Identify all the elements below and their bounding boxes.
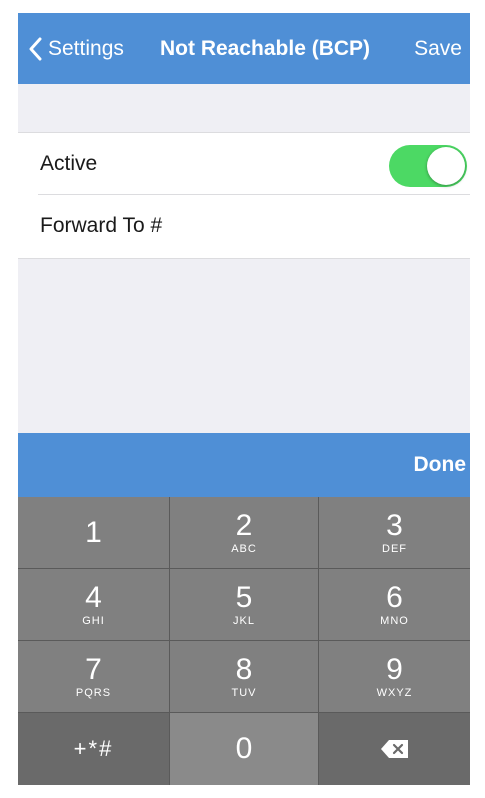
key-digit: 4: [85, 580, 102, 614]
forward-to-label: Forward To #: [40, 214, 163, 237]
keyboard-accessory-bar: Done: [18, 433, 470, 497]
back-button[interactable]: Settings: [28, 34, 124, 64]
key-8[interactable]: 8 TUV: [170, 641, 318, 712]
key-7[interactable]: 7 PQRS: [18, 641, 169, 712]
key-0[interactable]: 0: [170, 713, 318, 785]
active-toggle[interactable]: [389, 145, 467, 187]
forward-to-input[interactable]: [188, 207, 452, 247]
key-9[interactable]: 9 WXYZ: [319, 641, 470, 712]
key-digit: 9: [386, 652, 403, 686]
section-spacer: [18, 84, 470, 132]
key-letters: DEF: [382, 542, 407, 555]
key-digit: 1: [85, 515, 102, 549]
key-digit: 6: [386, 580, 403, 614]
active-row: Active: [18, 132, 470, 195]
toggle-knob: [427, 147, 465, 185]
key-letters: TUV: [231, 686, 257, 699]
key-symbols[interactable]: +*#: [18, 713, 169, 785]
save-button[interactable]: Save: [414, 37, 462, 61]
key-1[interactable]: 1: [18, 497, 169, 568]
key-letters: JKL: [233, 614, 255, 627]
key-letters: ABC: [231, 542, 257, 555]
key-digit: 7: [85, 652, 102, 686]
back-button-label: Settings: [48, 37, 124, 60]
key-6[interactable]: 6 MNO: [319, 569, 470, 640]
key-5[interactable]: 5 JKL: [170, 569, 318, 640]
symbols-label: +*#: [73, 736, 114, 761]
key-digit: 0: [235, 732, 253, 765]
active-label: Active: [40, 152, 98, 175]
backspace-icon: [380, 740, 408, 758]
page-title: Not Reachable (BCP): [160, 37, 371, 60]
key-letters: WXYZ: [376, 686, 413, 699]
key-digit: 5: [235, 580, 253, 614]
forward-to-row[interactable]: Forward To #: [18, 195, 470, 257]
phone-screen: Settings Not Reachable (BCP) Save Active…: [18, 13, 470, 785]
key-2[interactable]: 2 ABC: [170, 497, 318, 568]
key-letters: MNO: [380, 614, 409, 627]
key-digit: 8: [235, 652, 253, 686]
key-4[interactable]: 4 GHI: [18, 569, 169, 640]
key-3[interactable]: 3 DEF: [319, 497, 470, 568]
key-delete[interactable]: [319, 713, 470, 785]
done-button[interactable]: Done: [414, 453, 467, 477]
key-letters: PQRS: [75, 686, 112, 699]
numeric-keypad: 1 2 ABC 3 DEF 4 GHI 5 JKL 6 MNO 7 PQRS 8…: [18, 497, 470, 785]
key-letters: GHI: [82, 614, 105, 627]
navigation-bar: Settings Not Reachable (BCP) Save: [18, 13, 470, 84]
key-digit: 3: [386, 508, 403, 542]
key-digit: 2: [235, 508, 253, 542]
empty-area: [18, 258, 470, 434]
chevron-left-icon: [29, 37, 42, 61]
